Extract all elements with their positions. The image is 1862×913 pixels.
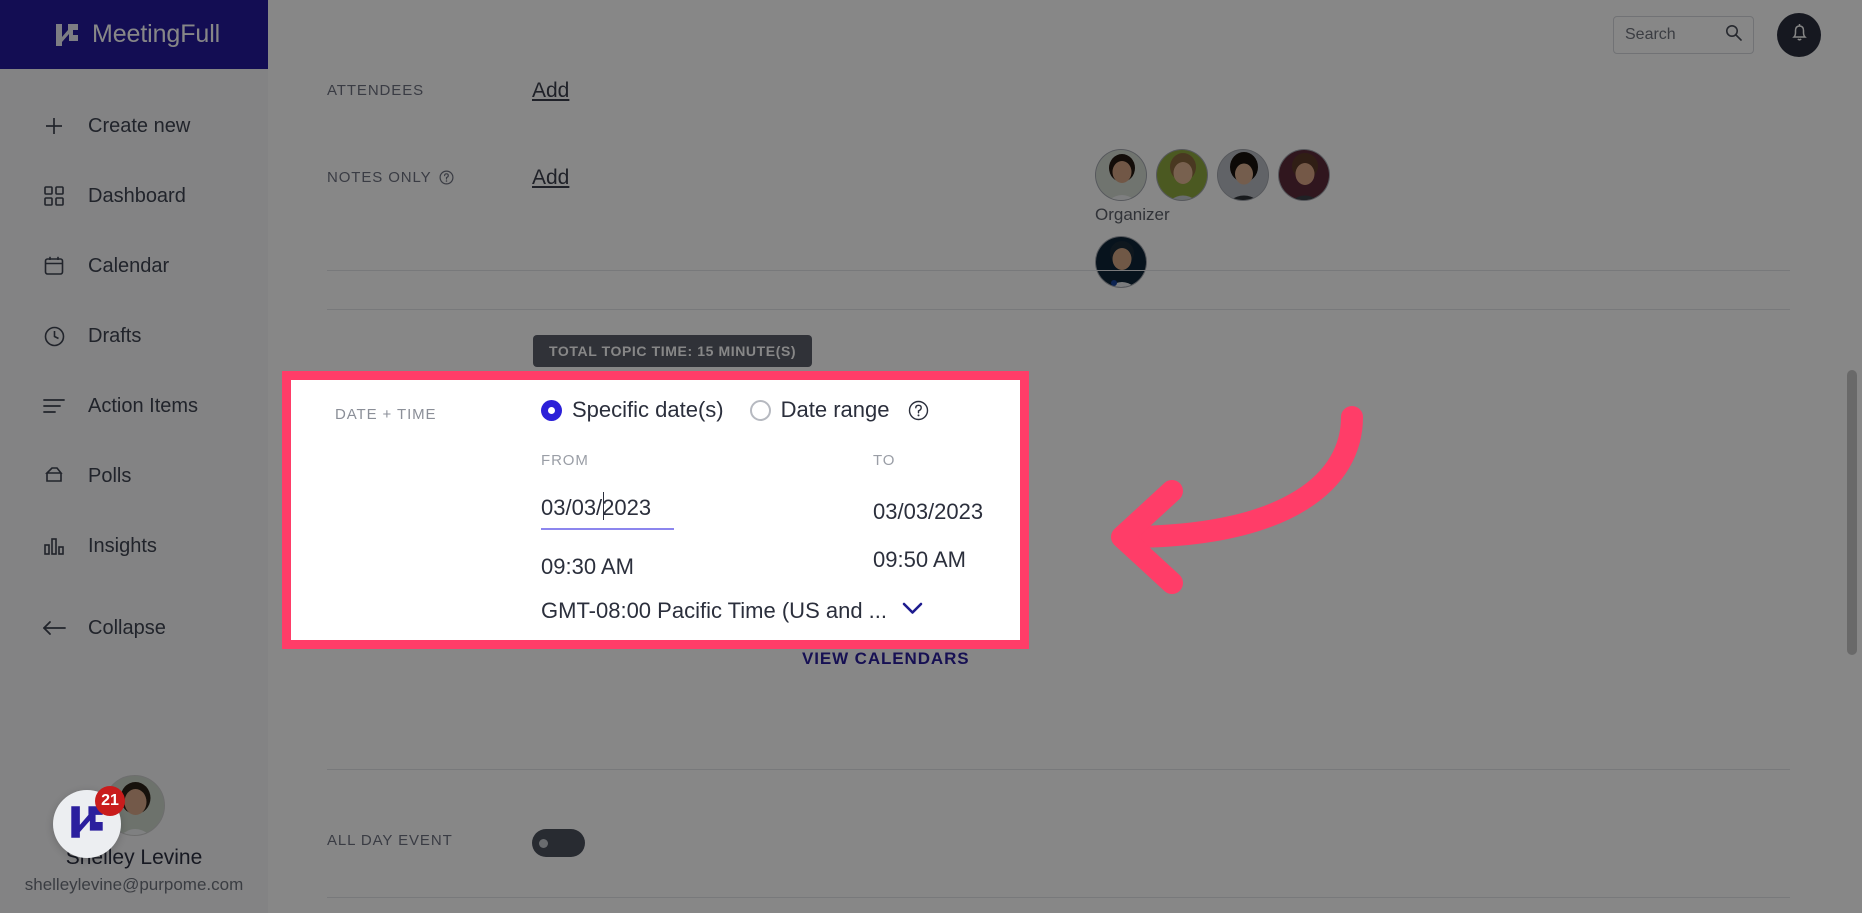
- bar-chart-icon: [41, 533, 67, 559]
- date-time-highlight-frame: DATE + TIME Specific date(s) Date range …: [282, 371, 1029, 649]
- from-time-input[interactable]: 09:30 AM: [541, 554, 674, 580]
- text-caret: [603, 492, 604, 520]
- notes-only-label: NOTES ONLY: [327, 166, 532, 186]
- sidebar-item-label: Drafts: [88, 324, 142, 347]
- sidebar-item-calendar[interactable]: Calendar: [0, 231, 268, 301]
- sidebar-item-label: Polls: [88, 464, 132, 487]
- clock-icon: [41, 323, 67, 349]
- user-name: Shelley Levine: [65, 846, 203, 869]
- search-icon: [1725, 24, 1742, 46]
- chat-launcher-button[interactable]: 21: [53, 786, 125, 858]
- divider: [327, 270, 1790, 271]
- search-input[interactable]: [1625, 25, 1717, 44]
- sidebar-item-label: Insights: [88, 534, 157, 557]
- chat-unread-badge: 21: [95, 786, 125, 816]
- app-root: MeetingFull Create new Dashboard Calenda…: [0, 0, 1862, 913]
- calendar-icon: [41, 253, 67, 279]
- attendees-label: ATTENDEES: [327, 82, 425, 99]
- brand-name: MeetingFull: [92, 20, 221, 48]
- sidebar-item-insights[interactable]: Insights: [0, 511, 268, 581]
- date-time-panel: DATE + TIME Specific date(s) Date range …: [291, 380, 1020, 640]
- view-calendars-link[interactable]: VIEW CALENDARS: [802, 649, 970, 669]
- chevron-down-icon: [902, 602, 923, 620]
- question-circle-icon[interactable]: [908, 400, 929, 421]
- divider: [327, 769, 1790, 770]
- search-box[interactable]: [1613, 15, 1754, 54]
- sidebar-item-drafts[interactable]: Drafts: [0, 301, 268, 371]
- attendees-row: ATTENDEES Add: [327, 79, 1790, 103]
- sidebar-item-label: Dashboard: [88, 184, 186, 207]
- total-topic-time-badge: TOTAL TOPIC TIME: 15 MINUTE(S): [533, 335, 813, 367]
- sidebar-item-action-items[interactable]: Action Items: [0, 371, 268, 441]
- arrow-left-icon: [41, 615, 67, 641]
- divider: [327, 897, 1790, 898]
- sidebar-item-label: Collapse: [88, 616, 166, 639]
- grid-icon: [41, 183, 67, 209]
- plus-icon: [41, 113, 67, 139]
- to-time-input[interactable]: 09:50 AM: [873, 547, 983, 573]
- avatar[interactable]: [1095, 236, 1147, 288]
- all-day-event-label: ALL DAY EVENT: [327, 832, 453, 849]
- add-notes-only-button[interactable]: Add: [532, 166, 569, 190]
- organizer-label: Organizer: [1095, 205, 1170, 224]
- to-column: TO 03/03/2023 09:50 AM: [873, 452, 983, 573]
- from-column: FROM 03/03/2023 09:30 AM: [541, 452, 674, 580]
- sidebar-item-polls[interactable]: Polls: [0, 441, 268, 511]
- date-time-label: DATE + TIME: [335, 406, 437, 423]
- poll-icon: [41, 463, 67, 489]
- sidebar-item-label: Action Items: [88, 394, 199, 417]
- sidebar: MeetingFull Create new Dashboard Calenda…: [0, 0, 268, 913]
- from-header: FROM: [541, 452, 589, 469]
- radio-date-range-label: Date range: [780, 397, 890, 422]
- add-attendees-button[interactable]: Add: [532, 79, 569, 103]
- all-day-event-toggle[interactable]: [532, 829, 585, 857]
- toggle-knob: [539, 839, 548, 848]
- brand-logo-area[interactable]: MeetingFull: [0, 0, 268, 69]
- topbar: [268, 0, 1862, 69]
- sidebar-item-label: Create new: [88, 114, 191, 137]
- user-email: shelleylevine@purpome.com: [24, 875, 244, 894]
- radio-date-range[interactable]: [749, 399, 771, 421]
- date-mode-radio-group: Specific date(s) Date range: [541, 397, 929, 423]
- to-date-input[interactable]: 03/03/2023: [873, 499, 983, 525]
- notes-only-row: NOTES ONLY Add: [327, 166, 1790, 190]
- sidebar-item-create-new[interactable]: Create new: [0, 91, 268, 161]
- sidebar-item-collapse[interactable]: Collapse: [0, 593, 268, 663]
- radio-specific-dates-label: Specific date(s): [572, 397, 724, 422]
- all-day-event-row: ALL DAY EVENT: [327, 829, 1790, 857]
- radio-specific-dates[interactable]: [541, 399, 562, 421]
- divider: [327, 309, 1790, 310]
- list-icon: [41, 393, 67, 419]
- notifications-button[interactable]: [1777, 12, 1821, 57]
- from-date-value: 03/03/2023: [541, 495, 652, 520]
- sidebar-nav: Create new Dashboard Calendar Drafts Act…: [0, 69, 268, 663]
- sidebar-user-profile[interactable]: Shelley Levine shelleylevine@purpome.com: [0, 775, 268, 895]
- timezone-value: GMT-08:00 Pacific Time (US and ...: [541, 598, 888, 623]
- vertical-scrollbar[interactable]: [1847, 370, 1857, 655]
- to-header: TO: [873, 452, 896, 469]
- question-circle-icon[interactable]: [439, 170, 455, 186]
- notes-only-avatars: [1095, 236, 1147, 288]
- bell-icon: [1788, 21, 1811, 49]
- timezone-select[interactable]: GMT-08:00 Pacific Time (US and ...: [541, 598, 923, 624]
- sidebar-item-label: Calendar: [88, 254, 170, 277]
- from-date-input[interactable]: 03/03/2023: [541, 492, 674, 530]
- sidebar-item-dashboard[interactable]: Dashboard: [0, 161, 268, 231]
- meetingfull-logo-icon: [53, 21, 81, 49]
